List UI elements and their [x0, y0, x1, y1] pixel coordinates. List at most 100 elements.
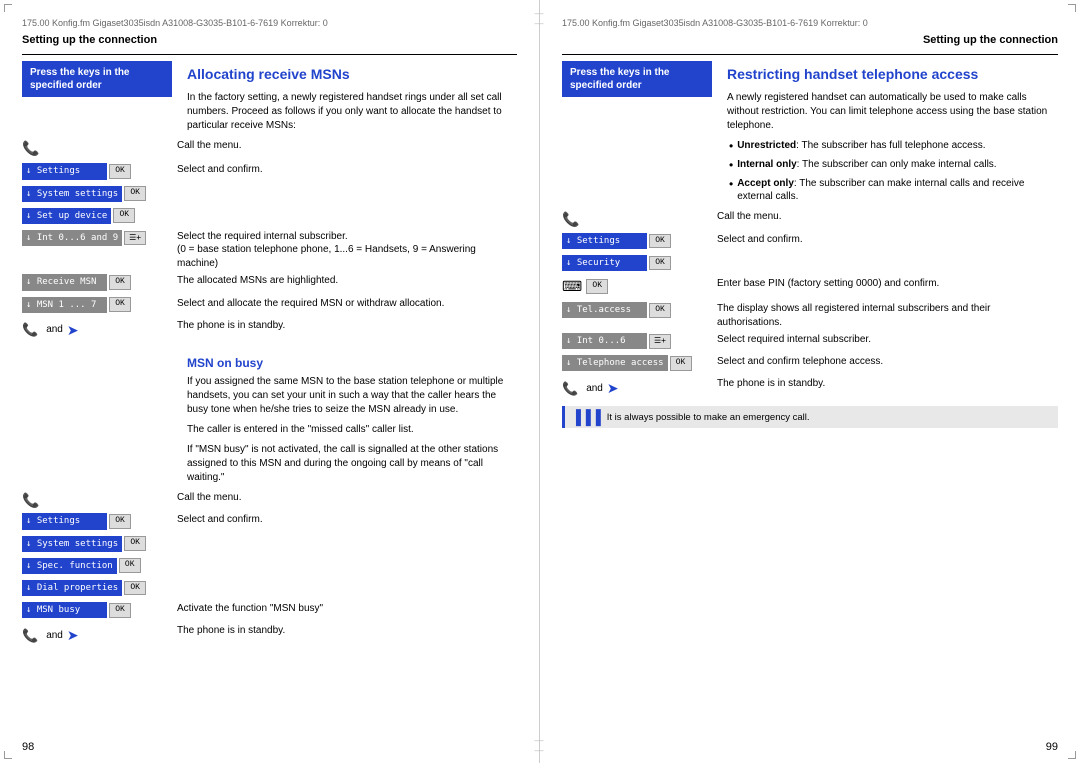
menu-syssettings: ↓ System settings: [22, 186, 122, 202]
left-meta: 175.00 Konfig.fm Gigaset3035isdn A31008-…: [22, 18, 328, 28]
msn-instr-settings: Select and confirm.: [177, 513, 517, 527]
right-ok-settings: OK: [649, 234, 671, 249]
msn-step-row-msnbusy: ↓ MSN busy OK Activate the function "MSN…: [22, 602, 517, 620]
msn-step-row-dialprop: ↓ Dial properties OK: [22, 580, 517, 598]
right-nav-int06: ☰+: [649, 334, 671, 349]
msn-step-left-syssettings: ↓ System settings OK: [22, 536, 177, 554]
menu-row-1: 📞: [22, 139, 177, 158]
msn-menu-msnbusy: ↓ MSN busy: [22, 602, 107, 618]
right-step-left-and: 📞 and ➤: [562, 377, 717, 400]
right-menu-row-telaccess: ↓ Tel.access OK: [562, 302, 717, 318]
phone-icon-1: 📞: [22, 139, 39, 158]
bullet-dot-1: •: [729, 138, 733, 154]
right-and-row: 📞 and ➤: [562, 379, 717, 398]
menu-row-rcvmsn: ↓ Receive MSN OK: [22, 274, 177, 290]
bullet-text-1: Unrestricted: The subscriber has full te…: [737, 139, 985, 153]
right-step-row-security: ↓ Security OK: [562, 255, 1058, 273]
ok-setupdev: OK: [113, 208, 135, 223]
right-step-row-telephone-access: ↓ Telephone access OK Select and confirm…: [562, 355, 1058, 373]
right-right-text-col: Restricting handset telephone access A n…: [727, 61, 1058, 210]
right-instr-pin: Enter base PIN (factory setting 0000) an…: [717, 277, 1058, 291]
menu-rcvmsn: ↓ Receive MSN: [22, 274, 107, 290]
msn-step-left-and2: 📞 and ➤: [22, 624, 177, 647]
msn-ok-msnbusy: OK: [109, 603, 131, 618]
msn-step-row-and2: 📞 and ➤ The phone is in standby.: [22, 624, 517, 647]
msn-menu-dialprop: ↓ Dial properties: [22, 580, 122, 596]
msn-ok-dialprop: OK: [124, 581, 146, 596]
right-instr-int06: Select required internal subscriber.: [717, 333, 1058, 347]
right-menu-row-pin: ⌨ OK: [562, 277, 717, 296]
right-subsection1-title: Restricting handset telephone access: [727, 65, 1058, 85]
right-menu-security: ↓ Security: [562, 255, 647, 271]
step-row-and1: 📞 and ➤ The phone is in standby.: [22, 319, 517, 342]
bullet-text-3: Accept only: The subscriber can make int…: [737, 177, 1058, 204]
right-step-row-telaccess: ↓ Tel.access OK The display shows all re…: [562, 302, 1058, 329]
right-step-row-pin: ⌨ OK Enter base PIN (factory setting 000…: [562, 277, 1058, 298]
right-ok-security: OK: [649, 256, 671, 271]
left-page-num: 98: [22, 741, 34, 753]
step-left-setupdev: ↓ Set up device OK: [22, 208, 177, 226]
step-row-rcvmsn: ↓ Receive MSN OK The allocated MSNs are …: [22, 274, 517, 292]
bullet-list: • Unrestricted: The subscriber has full …: [727, 139, 1058, 204]
right-subsection1-intro: A newly registered handset can automatic…: [727, 91, 1058, 133]
right-steps: 📞 Call the menu. ↓ Settings OK Select an…: [562, 210, 1058, 428]
instr-settings: Select and confirm.: [177, 163, 517, 177]
arrow-1: ➤: [67, 321, 79, 340]
menu-row-syssettings: ↓ System settings OK: [22, 186, 177, 202]
right-and-label: and: [586, 382, 603, 396]
msn-step-left-dialprop: ↓ Dial properties OK: [22, 580, 177, 598]
msn-step-left-msnbusy: ↓ MSN busy OK: [22, 602, 177, 620]
right-menu-row-telephone-access: ↓ Telephone access OK: [562, 355, 717, 371]
right-step-row-phone: 📞 Call the menu.: [562, 210, 1058, 229]
bullet-text-2: Internal only: The subscriber can only m…: [737, 158, 996, 172]
bullet-dot-3: •: [729, 176, 733, 192]
msn-step-left-phone: 📞: [22, 491, 177, 510]
right-text-col: Allocating receive MSNs In the factory s…: [187, 61, 517, 139]
instr-int069: Select the required internal subscriber.…: [177, 230, 517, 271]
step-instr-0: Call the menu.: [177, 139, 517, 153]
blue-box-left: Press the keys in the specified order: [22, 61, 172, 97]
msn-instr-msnbusy: Activate the function "MSN busy": [177, 602, 517, 616]
left-content-area: Press the keys in the specified order Al…: [22, 61, 517, 139]
phone-and-2: 📞: [22, 627, 38, 645]
page-spread: 175.00 Konfig.fm Gigaset3035isdn A31008-…: [0, 0, 1080, 763]
left-page: 175.00 Konfig.fm Gigaset3035isdn A31008-…: [0, 0, 540, 763]
right-step-row-settings: ↓ Settings OK Select and confirm.: [562, 233, 1058, 251]
right-instr-standby: The phone is in standby.: [717, 377, 1058, 391]
step-row-msn17: ↓ MSN 1 ... 7 OK Select and allocate the…: [22, 297, 517, 315]
menu-msn17: ↓ MSN 1 ... 7: [22, 297, 107, 313]
and-label-2: and: [46, 629, 63, 643]
msn-ok-syssettings: OK: [124, 536, 146, 551]
right-ok-telephone-access: OK: [670, 356, 692, 371]
menu-row-msn17: ↓ MSN 1 ... 7 OK: [22, 297, 177, 313]
step-left: 📞: [22, 139, 177, 160]
nav-int069: ☰+: [124, 231, 146, 246]
right-phone-and: 📞: [562, 380, 578, 398]
msn-menu-row-dialprop: ↓ Dial properties OK: [22, 580, 177, 596]
msn-instr-phone: Call the menu.: [177, 491, 517, 505]
msn-menu-syssettings: ↓ System settings: [22, 536, 122, 552]
msn-step-left-settings: ↓ Settings OK: [22, 513, 177, 531]
right-step-left-settings: ↓ Settings OK: [562, 233, 717, 251]
blue-box-right: Press the keys in the specified order: [562, 61, 712, 97]
right-instr-telaccess: The display shows all registered interna…: [717, 302, 1058, 329]
menu-row-int069: ↓ Int 0...6 and 9 ☰+: [22, 230, 177, 246]
steps-section1: 📞 Call the menu. ↓ Settings OK Select an…: [22, 139, 517, 342]
phone-icon-2: 📞: [22, 492, 39, 508]
right-menu-int06: ↓ Int 0...6: [562, 333, 647, 349]
step-left-syssettings: ↓ System settings OK: [22, 186, 177, 204]
step-left-int069: ↓ Int 0...6 and 9 ☰+: [22, 230, 177, 248]
ok-syssettings: OK: [124, 186, 146, 201]
info-bar: ▐▐▐ It is always possible to make an eme…: [562, 406, 1058, 428]
right-ok-telaccess: OK: [649, 303, 671, 318]
steps-section2: MSN on busy If you assigned the same MSN…: [22, 348, 517, 647]
msn-ok-specfn: OK: [119, 558, 141, 573]
right-menu-row-settings: ↓ Settings OK: [562, 233, 717, 249]
right-menu-telaccess: ↓ Tel.access: [562, 302, 647, 318]
right-step-left-int06: ↓ Int 0...6 ☰+: [562, 333, 717, 351]
right-arrow: ➤: [607, 379, 619, 398]
instr-standby-1: The phone is in standby.: [177, 319, 517, 333]
left-section-heading: Setting up the connection: [22, 34, 517, 46]
msn-busy-right: MSN on busy If you assigned the same MSN…: [187, 348, 517, 491]
right-menu-row-int06: ↓ Int 0...6 ☰+: [562, 333, 717, 349]
